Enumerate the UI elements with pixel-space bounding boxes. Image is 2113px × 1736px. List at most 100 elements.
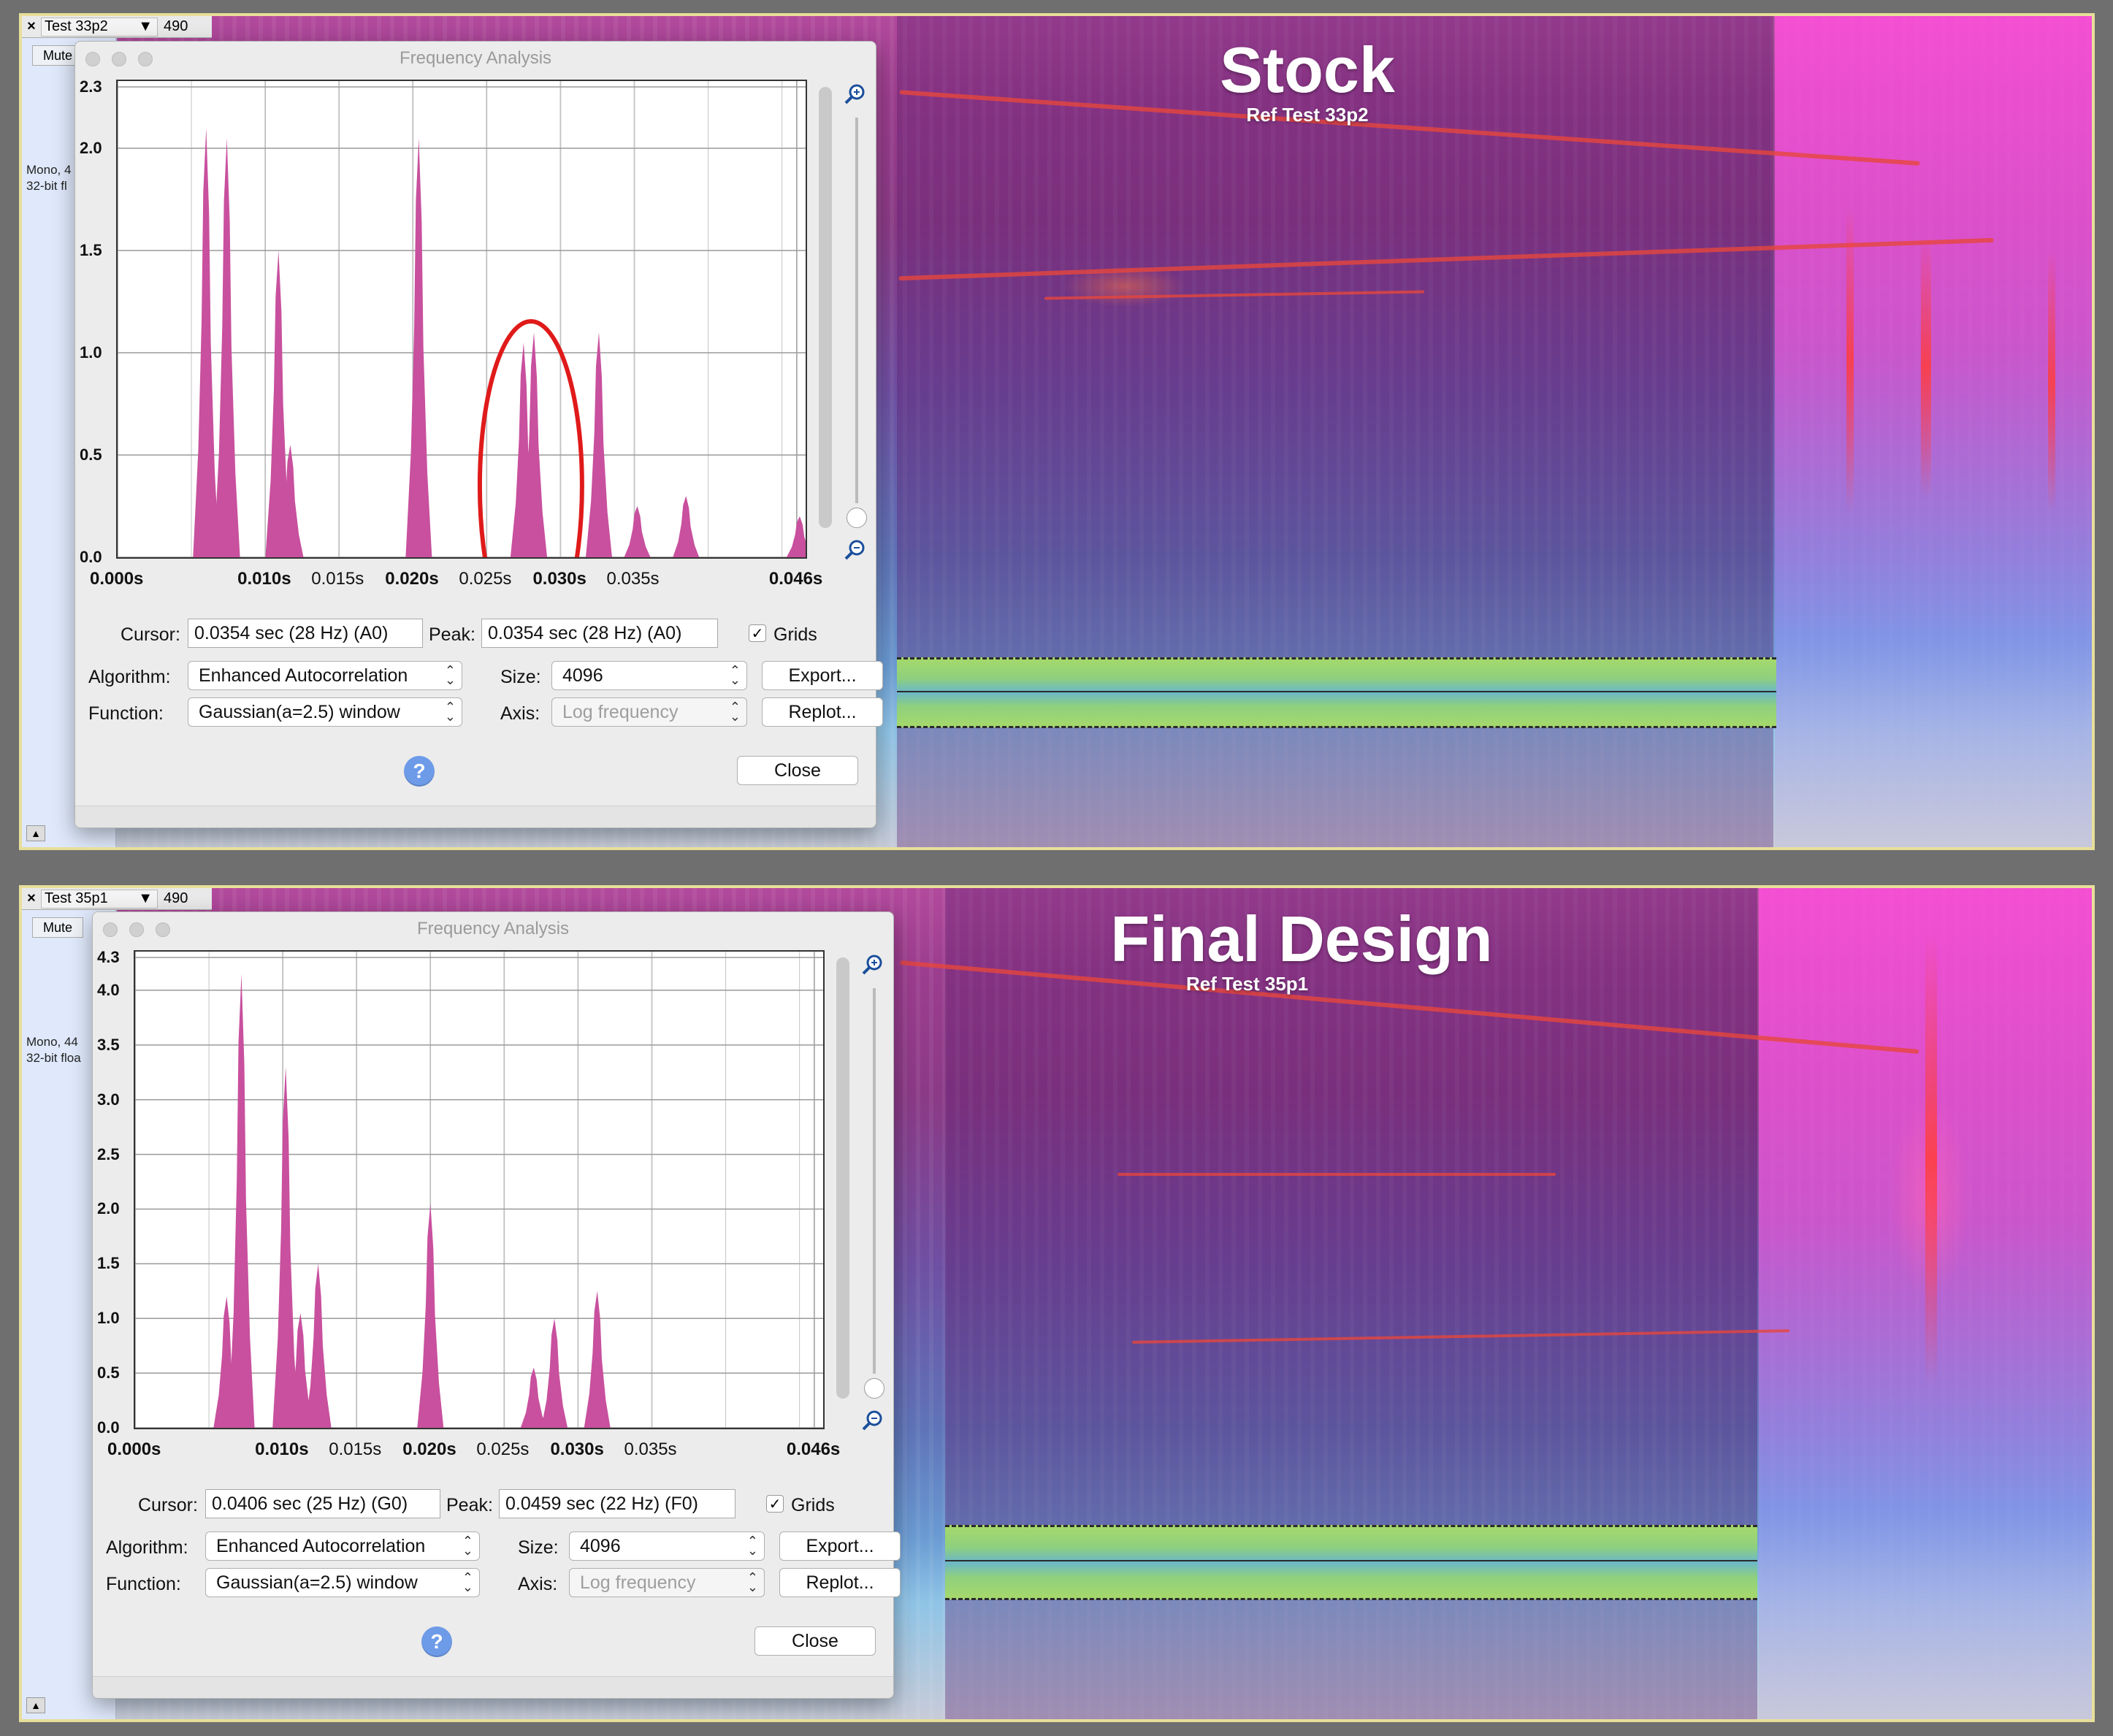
collapse-track-button[interactable]: ▲ (26, 1697, 45, 1713)
close-track-button[interactable]: × (22, 890, 41, 907)
spectrum-peak (228, 974, 255, 1428)
algorithm-value: Enhanced Autocorrelation (216, 1535, 426, 1556)
grids-label: Grids (773, 624, 817, 645)
axis-value: Log frequency (580, 1572, 696, 1593)
help-button[interactable]: ? (421, 1626, 452, 1657)
vertical-scrollbar[interactable] (819, 87, 832, 528)
export-button[interactable]: Export... (779, 1532, 901, 1561)
grids-label: Grids (791, 1495, 835, 1515)
axis-select[interactable]: Log frequency ⌃ ⌄ (551, 697, 747, 727)
band-boundary (897, 726, 1776, 728)
spectrum-peak (585, 332, 612, 557)
chevron-up-down-icon: ⌃ ⌄ (444, 663, 456, 687)
band-center (897, 691, 1776, 692)
peak-field[interactable]: 0.0459 sec (22 Hz) (F0) (499, 1489, 735, 1518)
track-name: Test 35p1 (45, 890, 108, 906)
zoom-in-icon[interactable] (844, 83, 867, 106)
overlay-title-text: Final Design (1110, 903, 1493, 975)
help-button[interactable]: ? (404, 756, 435, 787)
peak-field[interactable]: 0.0354 sec (28 Hz) (A0) (481, 619, 718, 648)
spectrum-peak (624, 506, 651, 557)
size-label: Size: (500, 667, 541, 687)
y-tick-label: 0.5 (80, 446, 102, 464)
transient-mark (1921, 235, 1931, 498)
mute-button[interactable]: Mute (32, 917, 83, 938)
grids-checkbox[interactable]: ✓ (749, 624, 766, 642)
transient-mark (1925, 932, 1937, 1385)
x-tick-label: 0.015s (311, 569, 364, 589)
size-select[interactable]: 4096 ⌃ ⌄ (551, 661, 747, 690)
zoom-slider-thumb[interactable] (847, 508, 867, 528)
axis-value: Log frequency (562, 701, 679, 722)
replot-button[interactable]: Replot... (762, 697, 883, 727)
vertical-scrollbar[interactable] (836, 957, 849, 1399)
x-tick-label: 0.000s (107, 1439, 161, 1459)
chevron-down-icon: ▼ (138, 18, 153, 34)
x-tick-label: 0.015s (329, 1439, 382, 1459)
cursor-field[interactable]: 0.0406 sec (25 Hz) (G0) (205, 1489, 440, 1518)
x-tick-label: 0.000s (90, 569, 144, 589)
y-tick-label: 1.0 (80, 343, 102, 362)
chevron-up-down-icon: ⌃ ⌄ (462, 1534, 473, 1558)
function-value: Gaussian(a=2.5) window (216, 1572, 418, 1593)
y-tick-label: 1.5 (80, 241, 102, 259)
collapse-track-button[interactable]: ▲ (26, 825, 45, 841)
function-select[interactable]: Gaussian(a=2.5) window ⌃ ⌄ (205, 1568, 480, 1597)
spectrum-peak (405, 138, 432, 557)
zoom-slider-track[interactable] (855, 118, 858, 503)
y-tick-label: 4.0 (97, 980, 120, 999)
frequency-analysis-dialog: Frequency Analysis 4.3 4.0 3.5 3.0 2.5 2.0 1.5… (92, 911, 901, 1699)
cursor-label: Cursor: (138, 1495, 198, 1515)
cursor-field[interactable]: 0.0354 sec (28 Hz) (A0) (188, 619, 423, 648)
close-button[interactable]: Close (737, 756, 858, 785)
track-name-menu[interactable]: Test 33p2 ▼ (41, 17, 158, 37)
zoom-slider-track[interactable] (873, 988, 876, 1374)
y-tick-label: 0.0 (80, 548, 102, 566)
spectrum-peak (213, 138, 240, 557)
function-value: Gaussian(a=2.5) window (199, 701, 400, 722)
frequency-plot[interactable] (134, 950, 825, 1429)
spectrum-peak (520, 1367, 547, 1428)
function-label: Function: (88, 703, 164, 724)
close-button[interactable]: Close (754, 1626, 876, 1656)
dialog-footer (75, 806, 876, 827)
track-info: Mono, 44 32-bit floa (26, 1034, 99, 1066)
function-label: Function: (106, 1574, 181, 1594)
y-tick-label: 3.5 (97, 1035, 120, 1054)
x-tick-label: 0.020s (385, 569, 439, 589)
grids-checkbox[interactable]: ✓ (766, 1495, 784, 1513)
spectrum-peak (584, 1290, 611, 1428)
close-track-button[interactable]: × (22, 18, 41, 35)
overlay-title: Stock Ref Test 33p2 (1132, 38, 1483, 126)
frequency-plot[interactable] (116, 80, 807, 559)
function-select[interactable]: Gaussian(a=2.5) window ⌃ ⌄ (188, 697, 462, 727)
spectrum-peak (673, 496, 700, 557)
zoom-in-icon[interactable] (861, 953, 884, 976)
axis-label: Axis: (518, 1574, 558, 1594)
frequency-band (945, 1525, 1757, 1599)
axis-select[interactable]: Log frequency ⌃ ⌄ (569, 1568, 765, 1597)
export-button[interactable]: Export... (762, 661, 883, 690)
zoom-out-icon[interactable] (844, 538, 867, 562)
spectrum-peak (272, 1066, 299, 1428)
zoom-slider-thumb[interactable] (864, 1378, 884, 1399)
algorithm-value: Enhanced Autocorrelation (199, 665, 408, 686)
track-name-menu[interactable]: Test 35p1 ▼ (41, 889, 158, 909)
x-tick-label: 0.046s (768, 569, 823, 589)
zoom-out-icon[interactable] (861, 1409, 884, 1432)
replot-button[interactable]: Replot... (779, 1568, 901, 1597)
harmonic-line (1117, 1173, 1556, 1176)
x-tick-label: 0.030s (550, 1439, 604, 1459)
size-select[interactable]: 4096 ⌃ ⌄ (569, 1532, 765, 1561)
x-tick-label: 0.025s (459, 569, 512, 589)
algorithm-select[interactable]: Enhanced Autocorrelation ⌃ ⌄ (188, 661, 462, 690)
y-tick-label: 1.0 (97, 1309, 120, 1328)
track-header: × Test 35p1 ▼ 490 (22, 888, 212, 910)
peak-label: Peak: (446, 1495, 493, 1515)
y-tick-label: 1.5 (97, 1254, 120, 1273)
algorithm-select[interactable]: Enhanced Autocorrelation ⌃ ⌄ (205, 1532, 480, 1561)
y-tick-label: 2.3 (80, 77, 102, 96)
spectrum-peak (193, 128, 220, 557)
x-tick-label: 0.020s (402, 1439, 456, 1459)
x-tick-label: 0.030s (532, 569, 586, 589)
